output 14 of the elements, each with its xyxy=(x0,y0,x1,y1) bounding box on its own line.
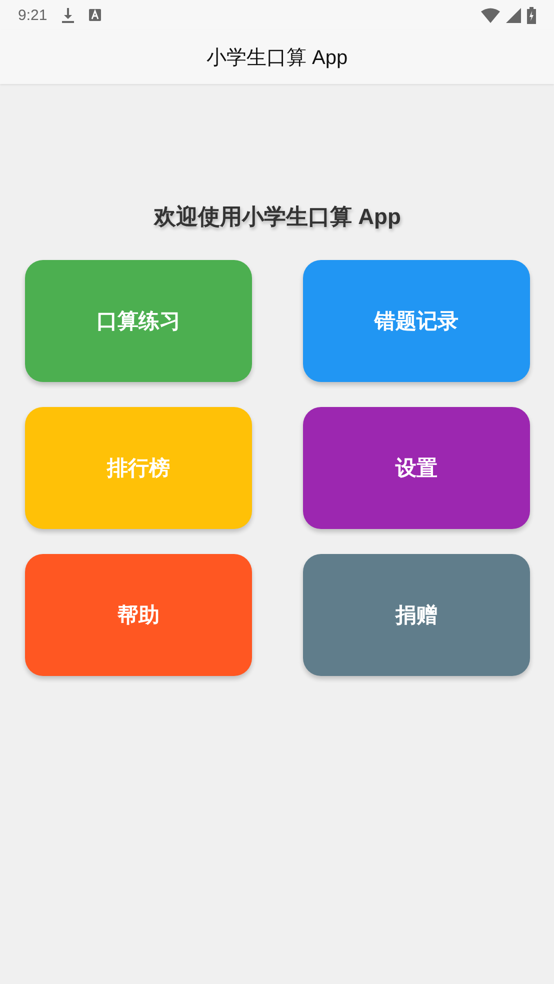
battery-icon xyxy=(527,6,536,24)
welcome-heading: 欢迎使用小学生口算 App xyxy=(152,203,402,231)
menu-button[interactable]: 排行榜 xyxy=(25,407,252,529)
menu-button[interactable]: 捐赠 xyxy=(303,554,530,676)
download-icon xyxy=(61,7,76,23)
status-time: 9:21 xyxy=(18,6,48,24)
notification-icon xyxy=(89,9,102,21)
app-title: 小学生口算 App xyxy=(206,46,348,70)
menu-button[interactable]: 错题记录 xyxy=(303,260,530,382)
menu-button[interactable]: 设置 xyxy=(303,407,530,529)
menu-button[interactable]: 口算练习 xyxy=(25,260,252,382)
signal-icon xyxy=(506,8,521,22)
menu-button[interactable]: 帮助 xyxy=(25,554,252,676)
wifi-icon xyxy=(481,8,500,22)
